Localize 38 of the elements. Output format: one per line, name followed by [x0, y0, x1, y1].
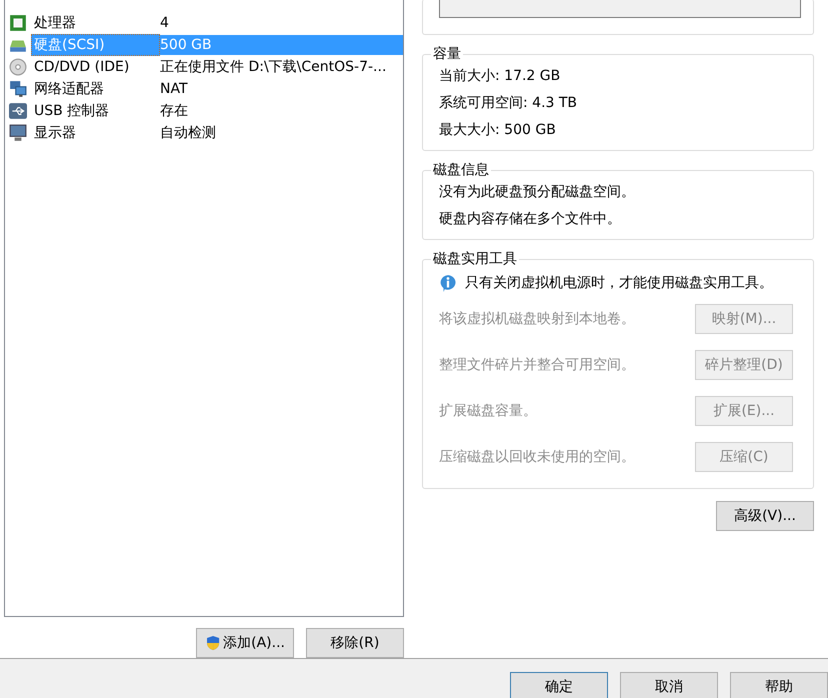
remove-button[interactable]: 移除(R)	[306, 628, 404, 658]
capacity-text: 系统可用空间: 4.3 TB	[439, 94, 578, 113]
notice-text: 只有关闭虚拟机电源时，才能使用磁盘实用工具。	[465, 274, 773, 292]
capacity-text: 当前大小: 17.2 GB	[439, 67, 562, 86]
action-description: 压缩磁盘以回收未使用的空间。	[439, 448, 635, 466]
info-text: 没有为此硬盘预分配磁盘空间。	[439, 183, 636, 202]
device-name[interactable]: 网络适配器	[31, 78, 160, 100]
cpu-icon	[9, 14, 27, 32]
action-description: 将该虚拟机磁盘映射到本地卷。	[439, 310, 635, 328]
device-summary: 自动检测	[160, 124, 217, 143]
device-summary: 存在	[160, 102, 189, 121]
info-icon	[439, 274, 457, 292]
disk-file-field[interactable]	[439, 0, 801, 18]
info-text: 硬盘内容存储在多个文件中。	[439, 210, 622, 229]
device-summary: 正在使用文件 D:\下载\CentOS-7-...	[160, 58, 388, 77]
dialog-button[interactable]: 确定	[510, 672, 608, 698]
add-button[interactable]: 添加(A)...	[196, 628, 294, 658]
usb-icon	[9, 102, 27, 120]
shield-icon	[205, 634, 222, 652]
device-name[interactable]: USB 控制器	[31, 100, 160, 122]
capacity-text: 最大大小: 500 GB	[439, 121, 557, 140]
device-name[interactable]: CD/DVD (IDE)	[31, 56, 160, 78]
group-title: 磁盘信息	[431, 161, 491, 179]
device-name[interactable]: 显示器	[31, 122, 160, 144]
display-icon	[9, 124, 27, 142]
cdrom-icon	[9, 58, 27, 76]
network-icon	[9, 80, 27, 98]
dialog-button[interactable]: 取消	[620, 672, 718, 698]
action-description: 整理文件碎片并整合可用空间。	[439, 356, 635, 374]
group-title: 容量	[431, 45, 463, 63]
device-summary: NAT	[160, 80, 189, 99]
device-summary: 500 GB	[160, 35, 403, 55]
device-name[interactable]: 处理器	[31, 12, 160, 34]
dialog-button[interactable]: 帮助	[730, 672, 828, 698]
advanced-button[interactable]: 高级(V)...	[716, 501, 814, 531]
device-summary: 4	[160, 14, 170, 33]
group-title: 磁盘实用工具	[431, 250, 519, 268]
action-description: 扩展磁盘容量。	[439, 402, 537, 420]
